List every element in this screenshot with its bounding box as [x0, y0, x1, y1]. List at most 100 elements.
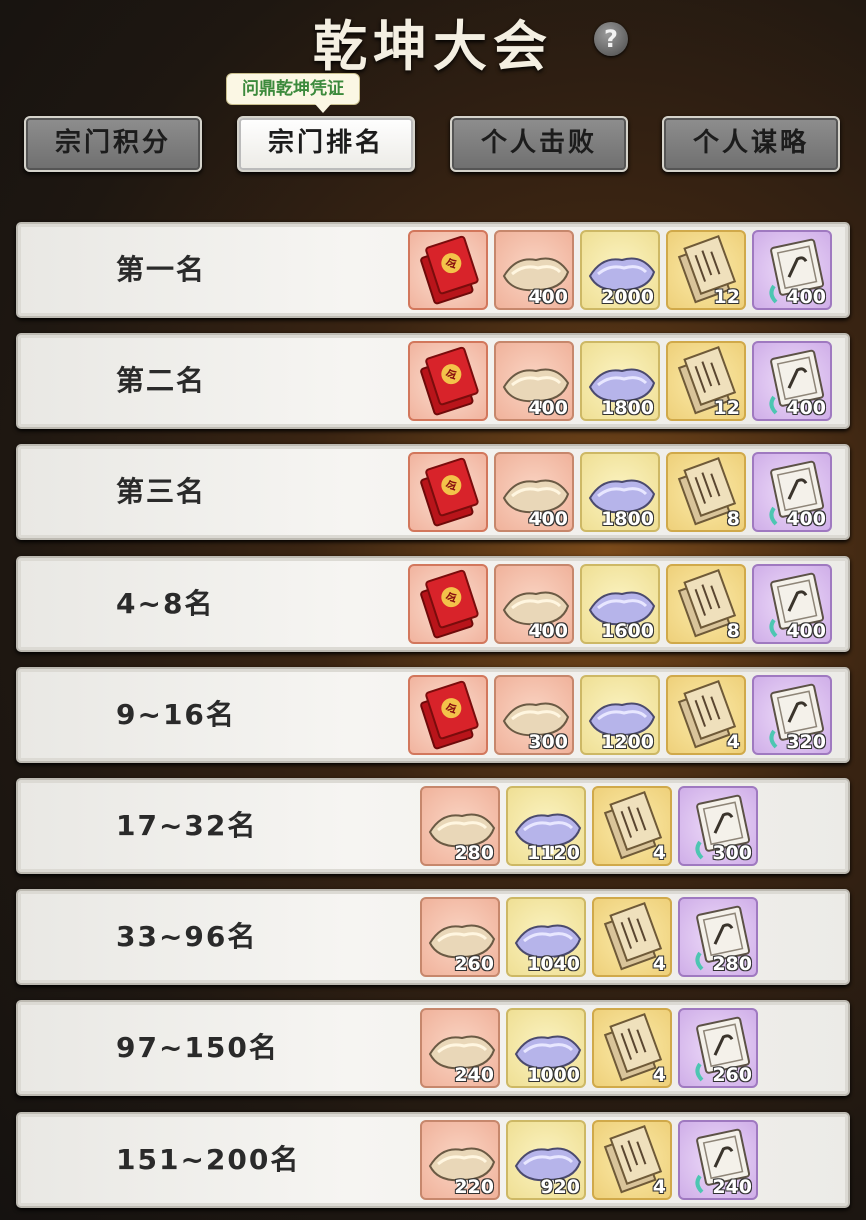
reward-item[interactable]: 400	[752, 563, 832, 644]
rank-label: 第一名	[116, 253, 207, 286]
reward-items: 260 1040 4 280	[420, 897, 758, 978]
reward-items: 220 920 4 240	[420, 1119, 758, 1200]
reward-quantity: 260	[454, 953, 494, 976]
reward-quantity: 1800	[601, 508, 654, 531]
reward-item[interactable]: 8	[666, 452, 746, 533]
reward-quantity: 4	[652, 953, 666, 976]
reward-item[interactable]: 320	[752, 674, 832, 755]
reward-quantity: 400	[528, 286, 568, 308]
reward-item[interactable]: 令	[408, 230, 488, 310]
reward-row: 33~96名 260 1040 4 280	[16, 889, 850, 986]
reward-item[interactable]: 260	[420, 897, 500, 978]
reward-item[interactable]: 400	[494, 341, 574, 422]
rank-label: 第三名	[116, 475, 207, 509]
reward-item[interactable]: 令	[408, 452, 488, 533]
reward-item[interactable]: 令	[408, 563, 488, 644]
reward-row: 17~32名 280 1120 4 300	[16, 778, 850, 874]
reward-items: 令 400 2000 12 400	[408, 230, 832, 310]
reward-quantity: 300	[528, 730, 568, 753]
reward-row: 第二名 令 400 1800 12 400	[16, 333, 850, 430]
reward-quantity: 8	[726, 508, 740, 531]
reward-quantity: 12	[713, 286, 740, 308]
reward-item[interactable]: 920	[506, 1119, 586, 1200]
reward-item[interactable]: 300	[678, 786, 758, 866]
reward-item[interactable]: 1120	[506, 786, 586, 866]
reward-quantity: 1800	[601, 397, 654, 420]
reward-quantity: 1000	[527, 1064, 580, 1087]
reward-item[interactable]: 300	[494, 674, 574, 755]
reward-quantity: 400	[786, 397, 826, 420]
reward-quantity: 4	[726, 730, 740, 753]
rank-label: 第二名	[116, 364, 207, 398]
reward-quantity: 920	[540, 1175, 580, 1198]
reward-item[interactable]: 400	[494, 563, 574, 644]
reward-quantity: 240	[454, 1064, 494, 1087]
reward-quantity: 1200	[601, 730, 654, 753]
tab-personal-defeats[interactable]: 个人击败	[450, 116, 628, 172]
reward-quantity: 1120	[527, 842, 580, 864]
reward-quantity: 4	[652, 842, 666, 864]
reward-item[interactable]: 280	[420, 786, 500, 866]
reward-item[interactable]: 400	[494, 230, 574, 310]
reward-row: 151~200名 220 920 4 240	[16, 1111, 850, 1208]
reward-item[interactable]: 1040	[506, 897, 586, 978]
reward-item[interactable]: 280	[678, 897, 758, 978]
reward-item[interactable]: 12	[666, 230, 746, 310]
reward-item[interactable]: 240	[420, 1008, 500, 1089]
reward-row: 第一名 令 400 2000 12 400	[16, 222, 850, 318]
reward-quantity: 4	[652, 1064, 666, 1087]
tab-sect-points[interactable]: 宗门积分	[24, 116, 202, 172]
reward-item[interactable]: 260	[678, 1008, 758, 1089]
reward-item[interactable]: 400	[494, 452, 574, 533]
reward-item[interactable]: 400	[752, 341, 832, 422]
rank-label: 17~32名	[116, 809, 258, 842]
reward-quantity: 4	[652, 1175, 666, 1198]
reward-items: 240 1000 4 260	[420, 1008, 758, 1089]
tab-sect-ranking[interactable]: 宗门排名	[237, 116, 415, 172]
reward-row: 9~16名 令 300 1200 4 320	[16, 666, 850, 763]
reward-item[interactable]: 1800	[580, 452, 660, 533]
reward-item[interactable]: 1600	[580, 563, 660, 644]
reward-item[interactable]: 4	[592, 897, 672, 978]
reward-item[interactable]: 4	[592, 1119, 672, 1200]
reward-quantity: 280	[454, 842, 494, 864]
page-title: 乾坤大会	[313, 14, 553, 78]
rank-label: 97~150名	[116, 1031, 279, 1065]
reward-item[interactable]: 4	[666, 674, 746, 755]
reward-item[interactable]: 令	[408, 674, 488, 755]
reward-item[interactable]: 令	[408, 341, 488, 422]
reward-item[interactable]: 4	[592, 1008, 672, 1089]
reward-item[interactable]: 1000	[506, 1008, 586, 1089]
rank-label: 151~200名	[116, 1142, 301, 1176]
rank-label: 9~16名	[116, 697, 236, 731]
reward-quantity: 220	[454, 1175, 494, 1198]
reward-item[interactable]: 240	[678, 1119, 758, 1200]
reward-item[interactable]: 1200	[580, 674, 660, 755]
reward-item[interactable]: 400	[752, 230, 832, 310]
rank-label: 33~96名	[116, 920, 258, 954]
reward-quantity: 1040	[527, 953, 580, 976]
reward-quantity: 8	[726, 619, 740, 642]
reward-item[interactable]: 4	[592, 786, 672, 866]
reward-item[interactable]: 400	[752, 452, 832, 533]
reward-quantity: 12	[713, 397, 740, 420]
rank-label: 4~8名	[116, 586, 215, 620]
reward-items: 令 400 1600 8 400	[408, 563, 832, 644]
reward-quantity: 240	[712, 1175, 752, 1198]
tab-personal-strategy[interactable]: 个人谋略	[662, 116, 840, 172]
reward-quantity: 400	[786, 619, 826, 642]
reward-item[interactable]: 2000	[580, 230, 660, 310]
help-icon[interactable]: ?	[594, 22, 628, 56]
reward-item[interactable]: 12	[666, 341, 746, 422]
reward-items: 令 400 1800 12 400	[408, 341, 832, 422]
reward-item[interactable]: 1800	[580, 341, 660, 422]
reward-quantity: 400	[528, 508, 568, 531]
reward-item[interactable]: 8	[666, 563, 746, 644]
reward-item[interactable]: 220	[420, 1119, 500, 1200]
reward-quantity: 260	[712, 1064, 752, 1087]
reward-row: 97~150名 240 1000 4 260	[16, 1000, 850, 1097]
reward-items: 令 300 1200 4 320	[408, 674, 832, 755]
reward-quantity: 400	[528, 397, 568, 420]
reward-items: 令 400 1800 8 400	[408, 452, 832, 533]
reward-quantity: 400	[528, 619, 568, 642]
